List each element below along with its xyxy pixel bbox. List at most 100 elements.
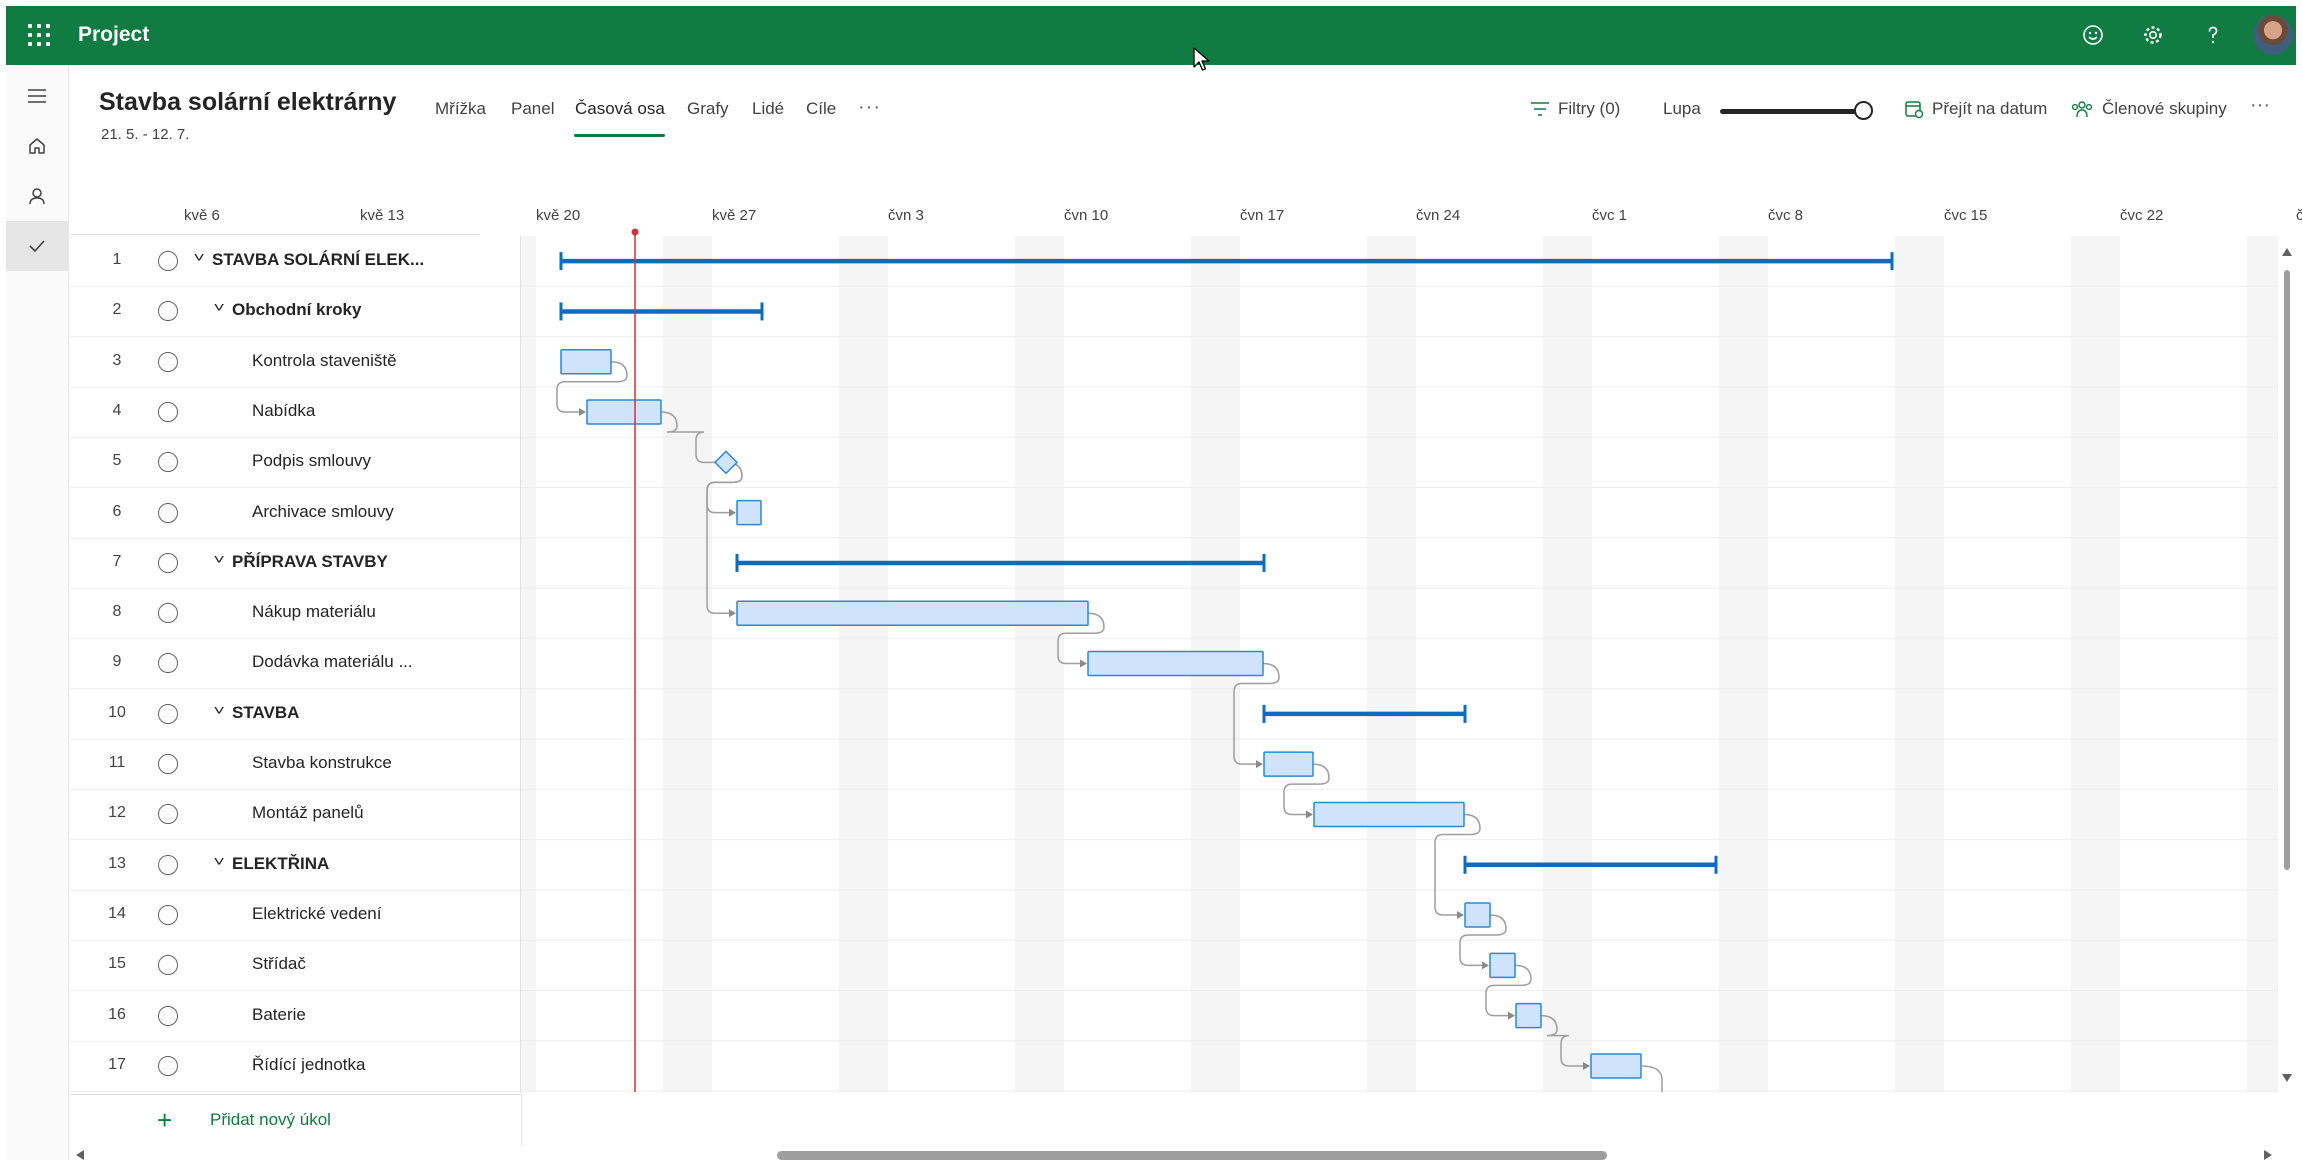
dependency-arrow: [1306, 810, 1313, 819]
task-name[interactable]: Elektrické vedení: [252, 904, 381, 924]
weekend-stripe: [2071, 236, 2120, 1092]
task-name[interactable]: Kontrola staveniště: [252, 351, 397, 371]
task-name[interactable]: STAVBA: [232, 703, 299, 723]
task-row[interactable]: 9 Dodávka materiálu ...: [70, 638, 520, 690]
dependency-arrow: [1457, 911, 1464, 920]
task-name[interactable]: Nabídka: [252, 401, 315, 421]
task-bar[interactable]: [560, 349, 612, 375]
weekend-stripe: [1367, 236, 1416, 1092]
task-complete-checkbox[interactable]: [158, 754, 178, 774]
task-number: 17: [108, 1055, 126, 1073]
chevron-down-icon[interactable]: ˅: [193, 249, 204, 265]
task-number: 2: [112, 301, 122, 319]
task-row[interactable]: 6 Archivace smlouvy: [70, 488, 520, 539]
task-complete-checkbox[interactable]: [158, 251, 178, 271]
scroll-right-arrow[interactable]: [2264, 1150, 2272, 1160]
task-complete-checkbox[interactable]: [158, 401, 178, 422]
weekend-stripe: [2247, 236, 2278, 1092]
task-bar[interactable]: [736, 499, 762, 526]
task-complete-checkbox[interactable]: [158, 502, 178, 523]
scroll-down-arrow[interactable]: [2282, 1074, 2292, 1082]
task-complete-checkbox[interactable]: [158, 804, 178, 825]
task-bar[interactable]: [586, 399, 662, 425]
chevron-down-icon[interactable]: ˅: [213, 299, 224, 315]
scroll-left-arrow[interactable]: [76, 1150, 84, 1160]
task-name[interactable]: STAVBA SOLÁRNÍ ELEK...: [212, 250, 424, 270]
task-row[interactable]: 3 Kontrola staveniště: [70, 337, 520, 388]
plus-icon[interactable]: +: [157, 1105, 172, 1136]
dependency-arrow: [1080, 659, 1087, 668]
weekend-stripe: [1543, 236, 1592, 1092]
task-complete-checkbox[interactable]: [158, 1055, 178, 1076]
task-complete-checkbox[interactable]: [158, 452, 178, 473]
add-task-label[interactable]: Přidat nový úkol: [210, 1110, 331, 1130]
task-complete-checkbox[interactable]: [158, 955, 178, 976]
task-number: 7: [112, 552, 122, 570]
chevron-down-icon[interactable]: ˅: [213, 702, 224, 718]
task-name[interactable]: Archivace smlouvy: [252, 502, 394, 522]
task-number: 8: [112, 603, 122, 621]
task-bar[interactable]: [1464, 902, 1491, 928]
task-complete-checkbox[interactable]: [158, 703, 178, 724]
task-row[interactable]: 17 Řídící jednotka: [70, 1041, 520, 1092]
task-row[interactable]: 5 Podpis smlouvy: [70, 437, 520, 489]
task-row[interactable]: 11 Stavba konstrukce: [70, 739, 520, 790]
task-complete-checkbox[interactable]: [158, 351, 178, 372]
task-name[interactable]: Řídící jednotka: [252, 1055, 365, 1075]
task-complete-checkbox[interactable]: [158, 854, 178, 875]
task-number: 14: [108, 904, 126, 922]
task-row[interactable]: 15 Střídač: [70, 940, 520, 992]
task-complete-checkbox[interactable]: [158, 904, 178, 925]
today-marker: [631, 228, 639, 236]
task-name[interactable]: Podpis smlouvy: [252, 451, 371, 471]
task-bar[interactable]: [1087, 650, 1264, 677]
task-row[interactable]: 16 Baterie: [70, 991, 520, 1042]
task-bar[interactable]: [1515, 1002, 1542, 1029]
weekend-stripe: [1719, 236, 1768, 1092]
task-grid: 1 ˅ STAVBA SOLÁRNÍ ELEK... 2 ˅ Obchodní kroky…: [70, 236, 521, 1093]
task-bar[interactable]: [1263, 751, 1314, 777]
task-number: 11: [108, 754, 126, 771]
task-name[interactable]: Baterie: [252, 1005, 306, 1025]
dependency-arrow: [729, 508, 736, 517]
task-name[interactable]: Dodávka materiálu ...: [252, 652, 413, 672]
task-row[interactable]: 8 Nákup materiálu: [70, 588, 520, 640]
task-bar[interactable]: [1590, 1053, 1642, 1079]
task-complete-checkbox[interactable]: [158, 603, 178, 624]
task-name[interactable]: Obchodní kroky: [232, 300, 361, 320]
task-row[interactable]: 4 Nabídka: [70, 387, 520, 438]
task-name[interactable]: ELEKTŘINA: [232, 854, 329, 874]
chevron-down-icon[interactable]: ˅: [213, 551, 224, 567]
task-row[interactable]: 10 ˅ STAVBA: [70, 689, 520, 740]
vertical-scrollbar[interactable]: [2280, 240, 2294, 1090]
task-complete-checkbox[interactable]: [158, 1005, 178, 1026]
task-row[interactable]: 12 Montáž panelů: [70, 789, 520, 841]
task-complete-checkbox[interactable]: [158, 552, 178, 573]
horizontal-scroll-thumb[interactable]: [777, 1151, 1607, 1160]
task-number: 13: [108, 854, 126, 872]
task-bar[interactable]: [1489, 952, 1516, 979]
task-row[interactable]: 2 ˅ Obchodní kroky: [70, 286, 520, 338]
chevron-down-icon[interactable]: ˅: [213, 853, 224, 869]
task-complete-checkbox[interactable]: [158, 301, 178, 322]
add-task-row[interactable]: + Přidat nový úkol: [70, 1094, 522, 1145]
dependency-arrow: [1508, 1011, 1515, 1020]
task-number: 9: [112, 653, 122, 671]
task-row[interactable]: 7 ˅ PŘÍPRAVA STAVBY: [70, 538, 520, 589]
vertical-scroll-thumb[interactable]: [2284, 270, 2290, 870]
task-name[interactable]: Nákup materiálu: [252, 602, 376, 622]
milestone-diamond[interactable]: [713, 450, 739, 475]
task-name[interactable]: PŘÍPRAVA STAVBY: [232, 552, 388, 572]
task-row[interactable]: 1 ˅ STAVBA SOLÁRNÍ ELEK...: [70, 236, 520, 287]
project-app: Project Stavba solární elektrárny 21. 5.…: [0, 0, 2302, 1166]
task-name[interactable]: Stavba konstrukce: [252, 753, 392, 773]
task-name[interactable]: Střídač: [252, 954, 306, 974]
scroll-up-arrow[interactable]: [2282, 248, 2292, 256]
task-row[interactable]: 14 Elektrické vedení: [70, 890, 520, 941]
task-bar[interactable]: [1313, 801, 1465, 828]
task-bar[interactable]: [736, 600, 1089, 626]
task-name[interactable]: Montáž panelů: [252, 803, 364, 823]
task-row[interactable]: 13 ˅ ELEKTŘINA: [70, 840, 520, 891]
horizontal-scrollbar[interactable]: [70, 1148, 2282, 1162]
task-complete-checkbox[interactable]: [158, 653, 178, 674]
